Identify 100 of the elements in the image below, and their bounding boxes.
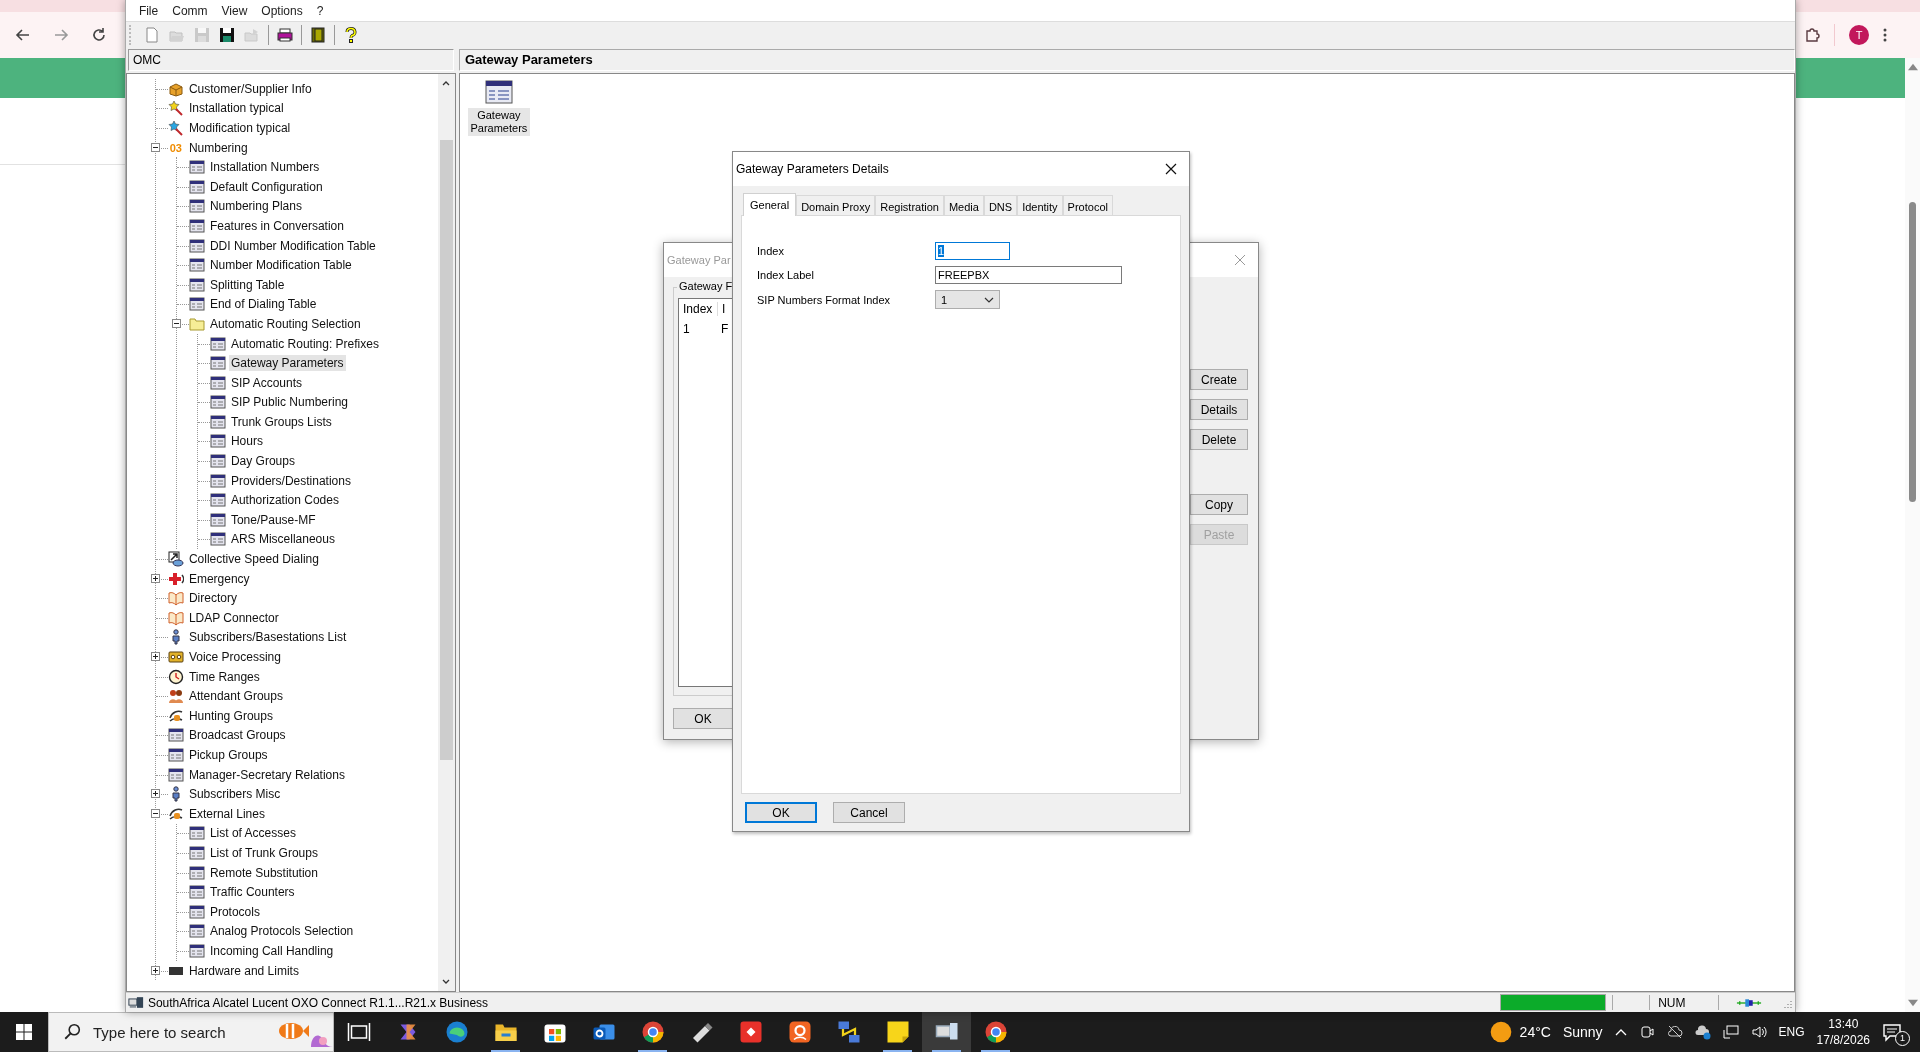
tree-item[interactable]: Collective Speed Dialing [186,551,321,568]
tree-item[interactable]: Features in Conversation [207,217,346,234]
tree-item[interactable]: Hardware and Limits [186,962,301,979]
camera-icon[interactable] [1638,1024,1655,1040]
tree-item[interactable]: List of Accesses [207,825,298,842]
windows-icon[interactable] [16,1024,32,1040]
tree-item[interactable]: Hours [228,433,265,450]
tree-item[interactable]: Remote Substitution [207,864,320,881]
expander-icon[interactable] [150,142,160,152]
network-icon[interactable] [1722,1024,1739,1040]
scrollbar-thumb[interactable] [1909,202,1916,502]
dialog-button[interactable]: Cancel [833,802,905,823]
notification-icon[interactable] [1882,1022,1902,1042]
scrollbar[interactable] [1905,58,1920,1012]
expander-icon[interactable] [150,965,160,975]
expander-icon[interactable] [150,808,160,818]
reload-icon[interactable] [91,27,107,43]
tab[interactable]: Identity [1017,195,1063,216]
column-header[interactable]: Index [679,302,718,316]
tree-item[interactable]: LDAP Connector [186,609,281,626]
tree-item[interactable]: Subscribers/Basestations List [186,629,349,646]
language-indicator[interactable]: ENG [1778,1025,1805,1039]
dialog-button[interactable]: Delete [1190,429,1248,450]
tree-item[interactable]: Numbering [186,139,250,156]
tree-item[interactable]: Customer/Supplier Info [186,80,314,97]
item-label[interactable]: Gateway Parameters [467,108,530,136]
tree-item[interactable]: SIP Public Numbering [228,394,351,411]
input-field[interactable]: FREEPBX [935,266,1122,284]
tree-item[interactable]: Hunting Groups [186,707,275,724]
browser-icon [983,1020,1008,1044]
tree-item[interactable]: Splitting Table [207,276,287,293]
puzzle-icon[interactable] [1804,27,1821,43]
cloud-off-icon[interactable] [1666,1024,1683,1040]
tree-item[interactable]: Incoming Call Handling [207,942,336,959]
clock-time[interactable]: 13:40 [1828,1016,1859,1032]
tree-item[interactable]: Protocols [207,903,262,920]
dialog-button[interactable]: Create [1190,369,1248,390]
menu-item[interactable]: View [214,1,255,20]
menu-item[interactable]: File [131,1,166,20]
tree-item[interactable]: Broadcast Groups [186,727,288,744]
dropdown[interactable]: 1 [935,290,1000,309]
tree-item[interactable]: Automatic Routing: Prefixes [228,335,381,352]
caret-up-icon[interactable] [1614,1028,1627,1036]
profile-avatar[interactable]: T [1849,25,1870,45]
tree-item[interactable]: Providers/Destinations [228,472,353,489]
speaker-icon[interactable] [1750,1024,1767,1040]
tree-item[interactable]: Installation typical [186,100,286,117]
tree-item[interactable]: Tone/Pause-MF [228,511,318,528]
back-icon[interactable] [15,27,31,43]
tree-item[interactable]: List of Trunk Groups [207,844,320,861]
tree-item[interactable]: Manager-Secretary Relations [186,766,347,783]
taskbar-button[interactable] [922,1012,971,1052]
tree-item[interactable]: Attendant Groups [186,688,285,705]
clock-date[interactable]: 17/8/2026 [1816,1032,1870,1048]
search-field[interactable]: Type here to search [48,1012,334,1052]
tree-item[interactable]: Trunk Groups Lists [228,413,334,430]
tree-item[interactable]: Modification typical [186,120,293,136]
tree-item[interactable]: Gateway Parameters [228,355,346,372]
expander-icon[interactable] [150,652,160,662]
tree-item[interactable]: DDI Number Modification Table [207,237,378,254]
dialog-button[interactable]: Copy [1190,494,1248,515]
table-icon[interactable] [484,80,513,104]
input-field[interactable]: 1 [935,242,1010,260]
tree-item[interactable]: Emergency [186,570,252,587]
scrollbar[interactable] [437,74,455,991]
menu-icon[interactable] [1883,27,1888,43]
tree-item[interactable]: Traffic Counters [207,884,297,901]
tree-item[interactable]: Default Configuration [207,178,325,195]
menu-item[interactable]: ? [309,1,331,20]
tab[interactable]: Domain Proxy [796,195,876,216]
close-icon[interactable] [1165,163,1177,175]
expander-icon[interactable] [171,319,181,329]
tree-item[interactable]: SIP Accounts [228,374,305,391]
tree-item[interactable]: Authorization Codes [228,492,341,509]
ok-button[interactable]: OK [673,708,733,729]
cloud-icon[interactable] [1694,1024,1711,1040]
tree-item[interactable]: End of Dialing Table [207,296,319,313]
dialog-button[interactable]: Details [1190,399,1248,420]
tree-item[interactable]: Number Modification Table [207,257,354,274]
tree-item[interactable]: Subscribers Misc [186,786,283,803]
tree-item[interactable]: Time Ranges [186,668,262,685]
expander-icon[interactable] [150,573,160,583]
tree-item[interactable]: Day Groups [228,453,297,470]
tree-item[interactable]: Numbering Plans [207,198,304,215]
tree-item[interactable]: ARS Miscellaneous [228,531,337,548]
tree-item[interactable]: Analog Protocols Selection [207,923,356,940]
forward-icon[interactable] [53,27,69,43]
tree-item[interactable]: Automatic Routing Selection [207,315,363,332]
menu-item[interactable]: Options [254,1,310,20]
tree-item[interactable]: Pickup Groups [186,747,270,763]
tab[interactable]: Registration [875,195,944,216]
dialog-button[interactable]: OK [745,802,817,823]
tree-item[interactable]: Voice Processing [186,649,283,665]
tree-item[interactable]: Installation Numbers [207,159,322,176]
menu-item[interactable]: Comm [165,1,215,20]
expander-icon[interactable] [150,789,160,799]
table-icon [188,942,205,959]
tab[interactable]: General [743,193,797,216]
tree-item[interactable]: External Lines [186,805,267,822]
tree-item[interactable]: Directory [186,590,239,607]
